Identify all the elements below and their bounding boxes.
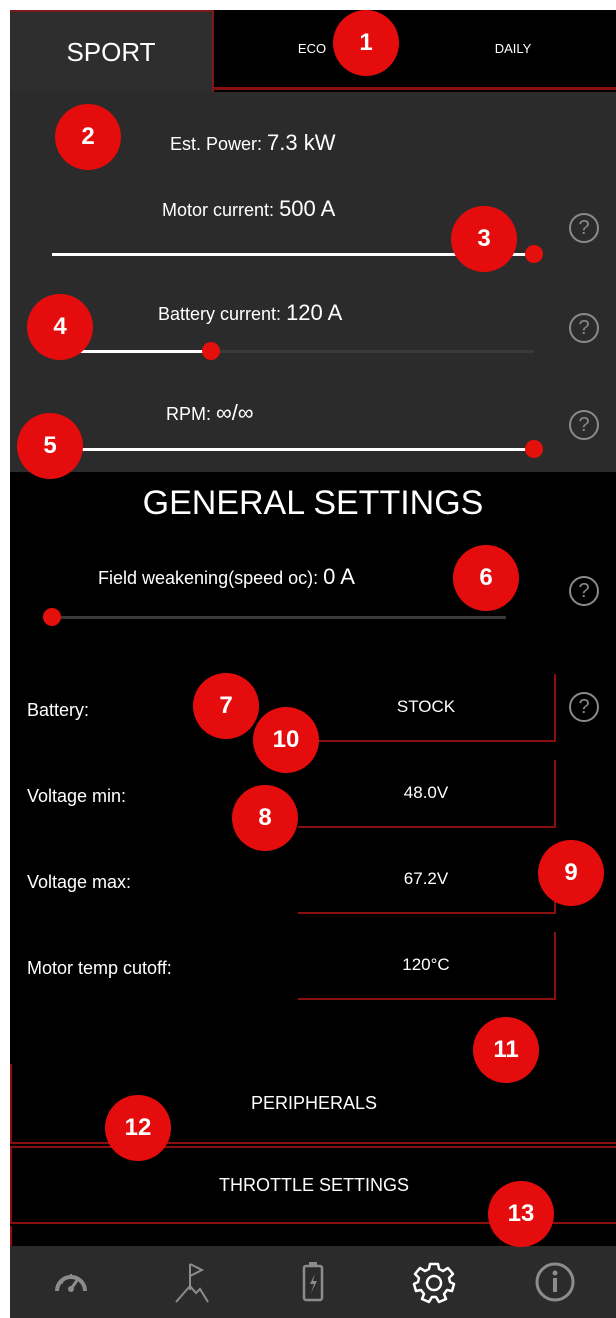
motor-current-slider-thumb[interactable] <box>525 245 543 263</box>
annotation-badge-3: 3 <box>451 206 517 272</box>
motor-current-value: 500 A <box>279 196 336 221</box>
annotation-badge-12: 12 <box>105 1095 171 1161</box>
field-weakening-slider[interactable] <box>43 608 506 626</box>
battery-current-label: Battery current: <box>158 304 282 324</box>
nav-dashboard[interactable] <box>10 1246 131 1318</box>
annotation-badge-10: 10 <box>253 707 319 773</box>
annotation-badge-5: 5 <box>17 413 83 479</box>
nav-battery[interactable] <box>252 1246 373 1318</box>
field-weakening-help-icon[interactable]: ? <box>569 576 599 606</box>
tab-sport[interactable]: SPORT <box>10 10 214 92</box>
nav-settings[interactable] <box>373 1246 494 1318</box>
annotation-badge-11: 11 <box>473 1017 539 1083</box>
voltage-max-label: Voltage max: <box>27 872 132 892</box>
battery-help-icon[interactable]: ? <box>569 692 599 722</box>
field-weakening-readout: Field weakening(speed oc): 0 A <box>98 564 355 590</box>
battery-current-slider-thumb[interactable] <box>202 342 221 360</box>
general-settings-title: GENERAL SETTINGS <box>142 484 484 522</box>
battery-label: Battery: <box>27 700 90 720</box>
voltage-min-label: Voltage min: <box>27 786 127 806</box>
est-power-readout: Est. Power: 7.3 kW <box>170 130 336 156</box>
battery-current-slider[interactable] <box>52 342 534 360</box>
battery-charging-icon <box>302 1262 323 1302</box>
rpm-label: RPM: <box>166 404 211 424</box>
annotation-badge-2: 2 <box>55 104 121 170</box>
rpm-readout: RPM: ∞/∞ <box>166 400 254 426</box>
field-weakening-value: 0 A <box>323 564 355 589</box>
motor-current-label: Motor current: <box>162 200 275 220</box>
annotation-badge-6: 6 <box>453 545 519 611</box>
motor-current-help-icon[interactable]: ? <box>569 213 599 243</box>
nav-info[interactable] <box>494 1246 615 1318</box>
est-power-label: Est. Power: <box>170 134 263 154</box>
bottom-nav <box>10 1246 616 1318</box>
nav-ride[interactable] <box>131 1246 252 1318</box>
voltage-max-button[interactable]: 67.2V <box>298 846 556 914</box>
gear-icon <box>412 1262 455 1304</box>
app-window: SPORT ECO DAILY Est. Power: 7.3 kW Motor… <box>10 10 616 1318</box>
motor-temp-cutoff-label: Motor temp cutoff: <box>27 958 172 978</box>
battery-current-help-icon[interactable]: ? <box>569 313 599 343</box>
voltage-min-button[interactable]: 48.0V <box>298 760 556 828</box>
mountain-flag-icon <box>174 1263 209 1303</box>
est-power-value: 7.3 kW <box>267 130 336 155</box>
battery-current-value: 120 A <box>286 300 343 325</box>
motor-temp-cutoff-button[interactable]: 120°C <box>298 932 556 1000</box>
motor-current-readout: Motor current: 500 A <box>162 196 335 222</box>
field-weakening-slider-thumb[interactable] <box>43 608 61 626</box>
annotation-badge-13: 13 <box>488 1181 554 1247</box>
annotation-badge-4: 4 <box>27 294 93 360</box>
annotation-badge-1: 1 <box>333 10 399 76</box>
battery-type-button[interactable]: STOCK <box>298 674 556 742</box>
mode-tabs: SPORT ECO DAILY <box>10 10 616 92</box>
rpm-value: ∞/∞ <box>216 400 254 425</box>
rpm-help-icon[interactable]: ? <box>569 410 599 440</box>
speedometer-icon <box>54 1274 87 1292</box>
rpm-slider[interactable] <box>52 440 543 458</box>
info-icon <box>535 1262 574 1302</box>
annotation-badge-9: 9 <box>538 840 604 906</box>
rpm-slider-thumb[interactable] <box>525 440 543 458</box>
field-weakening-label: Field weakening(speed oc): <box>98 568 319 588</box>
annotation-badge-8: 8 <box>232 785 298 851</box>
annotation-badge-7: 7 <box>193 673 259 739</box>
tab-daily[interactable]: DAILY <box>410 10 616 90</box>
battery-current-readout: Battery current: 120 A <box>158 300 342 326</box>
